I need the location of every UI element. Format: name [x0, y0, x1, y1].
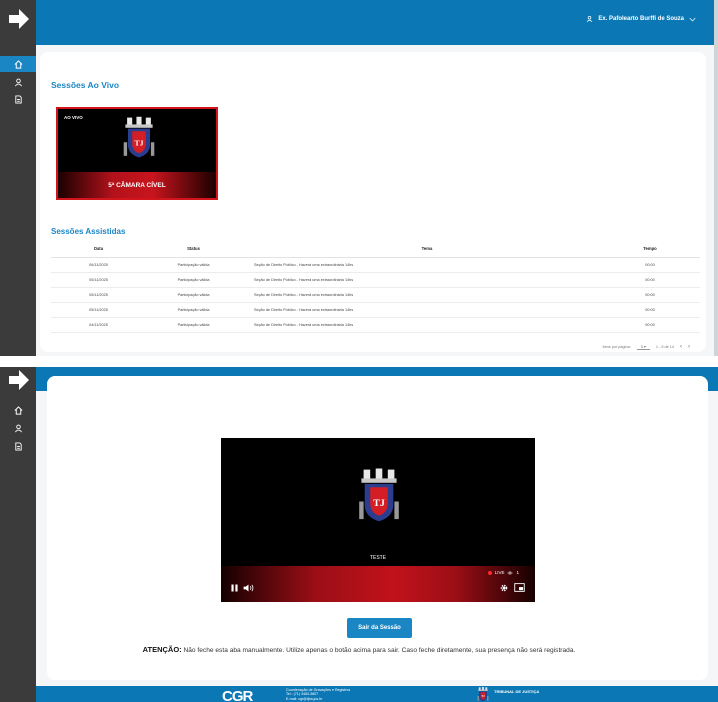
volume-icon[interactable] [243, 584, 254, 592]
live-indicator: LIVE 1 [487, 570, 519, 575]
cell-theme: Seção de Direito Público - Haverá uma ex… [241, 257, 600, 273]
settings-icon[interactable] [500, 584, 508, 592]
watched-sessions-title: Sessões Assistidas [51, 227, 126, 236]
cell-theme: Seção de Direito Público - Haverá uma ex… [241, 287, 600, 303]
video-player[interactable]: TESTE LIVE 1 [221, 438, 535, 602]
cast-icon[interactable] [514, 583, 525, 592]
eye-icon [507, 571, 514, 574]
court-crest-icon [357, 466, 401, 526]
footer: CGR Coordenação de Gravações e Registros… [36, 686, 718, 702]
live-sessions-title: Sessões Ao Vivo [51, 80, 120, 90]
watched-sessions-table: Data Status Tema Tempo 06/11/2025 Partic… [51, 241, 700, 333]
live-badge: AO VIVO [64, 115, 83, 120]
home-icon[interactable] [0, 402, 36, 418]
column-header-date[interactable]: Data [51, 241, 146, 258]
cell-status: Participação válida [146, 302, 241, 318]
page-range: 1 - 5 de 14 [655, 345, 674, 349]
cell-date: 05/11/2025 [51, 287, 146, 303]
cell-time: 00:00 [600, 272, 700, 288]
footer-line-email: E-mail: cgr@tjba.jus.br [286, 696, 323, 701]
user-icon[interactable] [0, 74, 36, 90]
court-name: TRIBUNAL DE JUSTIÇA [494, 689, 540, 694]
cell-date: 04/11/2025 [51, 317, 146, 333]
warning-text: Não feche esta aba manualmente. Utilize … [181, 647, 576, 654]
chevron-down-icon [689, 17, 696, 21]
column-header-time[interactable]: Tempo [600, 241, 700, 258]
cell-date: 05/11/2025 [51, 302, 146, 318]
table-row[interactable]: 05/11/2025 Participação válida Seção de … [51, 302, 700, 318]
court-crest-icon [477, 687, 489, 702]
document-icon[interactable] [0, 91, 36, 107]
live-label: LIVE [494, 570, 505, 575]
sidebar [0, 0, 36, 356]
cell-time: 00:00 [600, 317, 700, 333]
live-session-name: 5ª CÂMARA CÍVEL [108, 182, 166, 189]
table-header-row: Data Status Tema Tempo [51, 241, 700, 258]
video-caption: TESTE [369, 555, 387, 561]
user-menu[interactable]: Ex. Pafolearto Burffi de Souza [586, 15, 696, 23]
previous-page-icon[interactable]: ‹ [680, 344, 682, 350]
table-row[interactable]: 05/11/2025 Participação válida Seção de … [51, 272, 700, 288]
table-row[interactable]: 06/11/2025 Participação válida Seção de … [51, 257, 700, 273]
cell-status: Participação válida [146, 317, 241, 333]
table-row[interactable]: 04/11/2025 Participação válida Seção de … [51, 317, 700, 333]
home-icon[interactable] [0, 56, 36, 72]
screen-live-player: TESTE LIVE 1 Sair da Sessão ATENÇÃO: Não… [0, 367, 718, 702]
brand-arrow-icon[interactable] [6, 6, 32, 32]
items-per-page-select[interactable]: 5 ▾ [636, 344, 650, 350]
cell-theme: Seção de Direito Público - Haverá uma ex… [241, 272, 600, 288]
document-icon[interactable] [0, 438, 36, 454]
cgr-logo: CGR [222, 688, 253, 702]
cell-date: 06/11/2025 [51, 257, 146, 273]
exit-session-button[interactable]: Sair da Sessão [347, 618, 412, 638]
cell-status: Participação válida [146, 272, 241, 288]
live-session-card[interactable]: AO VIVO 5ª CÂMARA CÍVEL [56, 107, 218, 200]
cell-status: Participação válida [146, 257, 241, 273]
court-crest-icon [122, 115, 156, 161]
items-per-page-value: 5 [640, 345, 643, 349]
warning-prefix: ATENÇÃO: [142, 645, 182, 654]
cell-time: 00:00 [600, 302, 700, 318]
user-name: Ex. Pafolearto Burffi de Souza [598, 16, 684, 22]
column-header-theme[interactable]: Tema [241, 241, 600, 258]
items-per-page-label: Itens por página: [602, 345, 631, 349]
pause-icon[interactable] [231, 584, 238, 592]
cell-time: 00:00 [600, 287, 700, 303]
table-paginator: Itens por página: 5 ▾ 1 - 5 de 14 ‹ › [602, 344, 690, 350]
live-dot-icon [487, 570, 492, 575]
cell-theme: Seção de Direito Público - Haverá uma ex… [241, 302, 600, 318]
footer-contact: Coordenação de Gravações e Registros Tel… [286, 688, 350, 701]
brand-arrow-icon[interactable] [6, 367, 32, 393]
cell-time: 00:00 [600, 257, 700, 273]
warning-message: ATENÇÃO: Não feche esta aba manualmente.… [0, 645, 718, 654]
next-page-icon[interactable]: › [688, 344, 690, 350]
column-header-status[interactable]: Status [146, 241, 241, 258]
screen-sessions-list: Ex. Pafolearto Burffi de Souza Sessões A… [0, 0, 718, 356]
top-bar: Ex. Pafolearto Burffi de Souza [36, 0, 714, 45]
user-icon[interactable] [0, 420, 36, 436]
viewer-count: 1 [516, 570, 519, 575]
cell-theme: Seção de Direito Público - Haverá uma ex… [241, 317, 600, 333]
table-row[interactable]: 05/11/2025 Participação válida Seção de … [51, 287, 700, 303]
cell-status: Participação válida [146, 287, 241, 303]
user-icon [587, 15, 593, 23]
cell-date: 05/11/2025 [51, 272, 146, 288]
